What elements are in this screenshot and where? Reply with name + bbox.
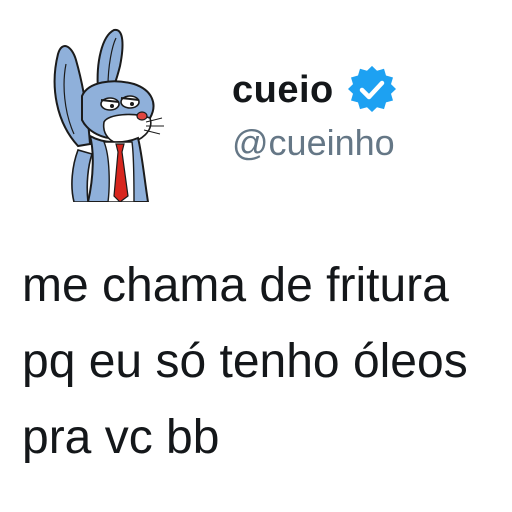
tweet-text: me chama de fritura pq eu só tenho óleos… xyxy=(22,248,502,476)
tweet-line: pra vc bb xyxy=(22,411,220,464)
user-handle[interactable]: @cueinho xyxy=(232,122,395,164)
display-name[interactable]: cueio xyxy=(232,69,334,112)
tweet-line: pq eu só tenho óleos xyxy=(22,335,468,388)
tweet-line: me chama de fritura xyxy=(22,259,449,312)
verified-badge-icon xyxy=(347,66,396,113)
tweet-card: cueio @cueinho me chama de fritura pq eu… xyxy=(0,0,512,512)
display-name-row: cueio xyxy=(232,66,396,114)
bugs-bunny-avatar-icon[interactable] xyxy=(38,26,168,202)
